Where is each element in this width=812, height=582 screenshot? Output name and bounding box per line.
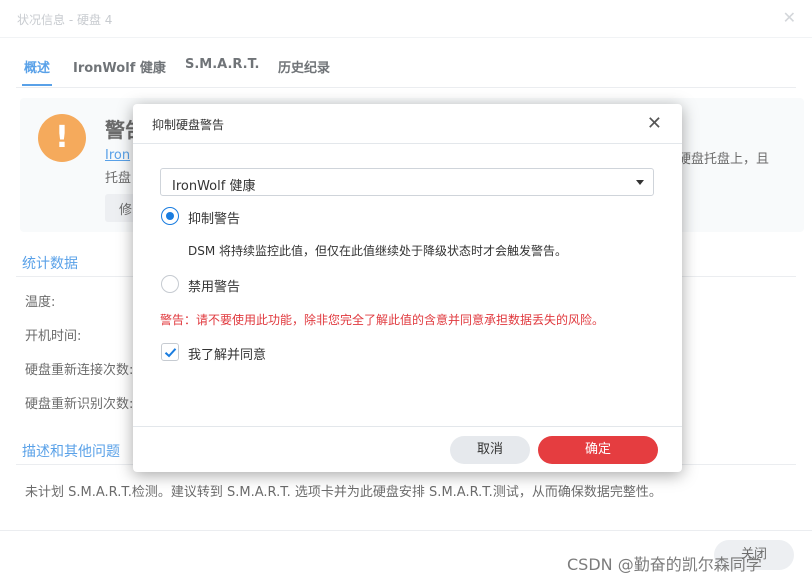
radio-suppress[interactable] [161,207,179,225]
agree-label[interactable]: 我了解并同意 [188,344,266,363]
risk-warning-text: 警告：请不要使用此功能，除非您完全了解此值的含意并同意承担数据丢失的风险。 [160,313,605,327]
attribute-select[interactable]: IronWolf 健康 [160,168,654,196]
confirm-button[interactable]: 确定 [538,436,658,464]
caret-down-icon [636,180,644,185]
suppress-warning-dialog: 抑制硬盘警告 ✕ IronWolf 健康 抑制警告 DSM 将持续监控此值，但仅… [133,104,682,472]
radio-disable-label[interactable]: 禁用警告 [188,276,240,295]
radio-suppress-label[interactable]: 抑制警告 [188,208,240,227]
checkmark-icon [164,348,177,358]
dialog-title: 抑制硬盘警告 [152,118,225,132]
radio-disable[interactable] [161,275,179,293]
agree-checkbox[interactable] [161,343,179,361]
watermark-text: CSDN @勤奋的凯尔森同学 [567,555,762,574]
dialog-footer-divider [133,426,682,427]
dialog-close-icon[interactable]: ✕ [647,113,662,134]
cancel-button[interactable]: 取消 [450,436,530,464]
dialog-divider [133,143,682,144]
select-value: IronWolf 健康 [172,179,256,194]
suppress-description: DSM 将持续监控此值，但仅在此值继续处于降级状态时才会触发警告。 [188,244,568,258]
